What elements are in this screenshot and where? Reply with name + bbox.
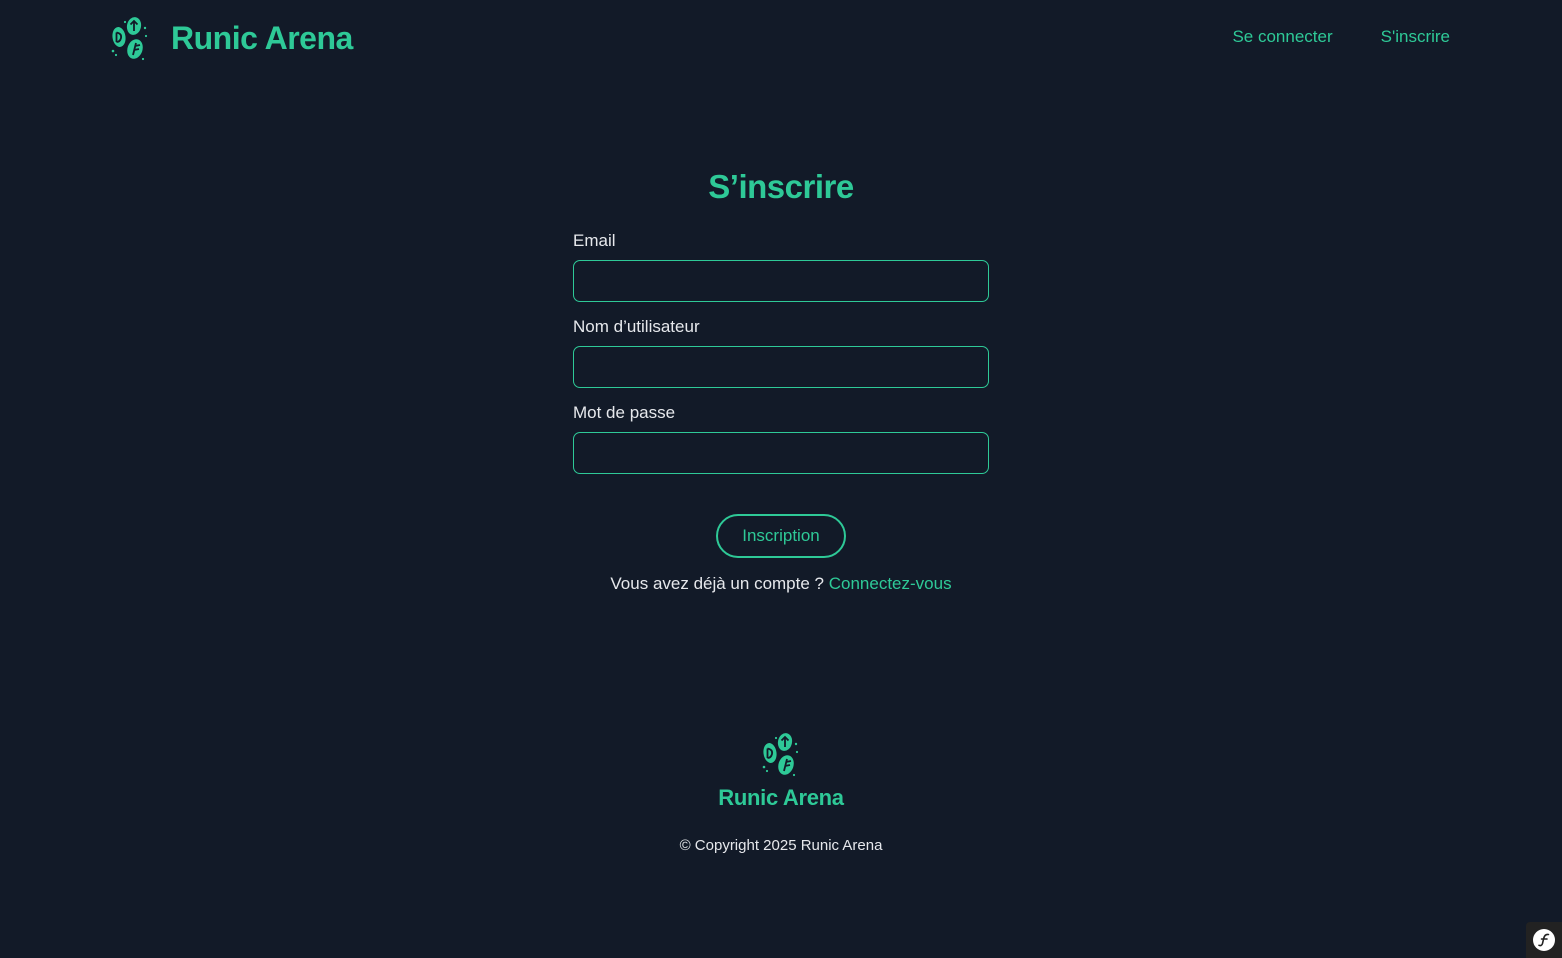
brand-link[interactable]: Runic Arena [110, 14, 353, 62]
password-input[interactable] [573, 432, 989, 474]
username-field-group: Nom d’utilisateur [573, 316, 989, 388]
username-label: Nom d’utilisateur [573, 317, 700, 336]
login-prompt: Vous avez déjà un compte ? Connectez-vou… [573, 574, 989, 594]
copyright-text: © Copyright 2025 Runic Arena [679, 837, 883, 854]
runic-stones-logo-icon [111, 17, 148, 61]
main-nav: Se connecter S'inscrire [1232, 26, 1450, 48]
username-input[interactable] [573, 346, 989, 388]
nav-login-link[interactable]: Se connecter [1232, 26, 1332, 48]
nav-register-link[interactable]: S'inscrire [1381, 26, 1450, 48]
submit-row: Inscription [573, 514, 989, 558]
login-link[interactable]: Connectez-vous [829, 574, 952, 593]
login-prompt-text: Vous avez déjà un compte ? [610, 574, 824, 593]
brand-name: Runic Arena [171, 20, 353, 56]
email-label: Email [573, 231, 616, 250]
runic-stones-logo-icon [762, 733, 799, 777]
register-form: S’inscrire Email Nom d’utilisateur Mot d… [573, 160, 989, 594]
site-footer: Runic Arena © Copyright 2025 Runic Arena [0, 730, 1562, 856]
debug-toolbar-toggle[interactable] [1526, 922, 1562, 958]
page-title: S’inscrire [708, 168, 854, 205]
password-field-group: Mot de passe [573, 402, 989, 474]
password-label: Mot de passe [573, 403, 676, 422]
email-field-group: Email [573, 230, 989, 302]
footer-brand-name: Runic Arena [718, 785, 844, 810]
symfony-icon [1533, 929, 1555, 951]
email-input[interactable] [573, 260, 989, 302]
site-header: Runic Arena Se connecter S'inscrire [0, 0, 1562, 78]
register-submit-button[interactable]: Inscription [716, 514, 846, 558]
